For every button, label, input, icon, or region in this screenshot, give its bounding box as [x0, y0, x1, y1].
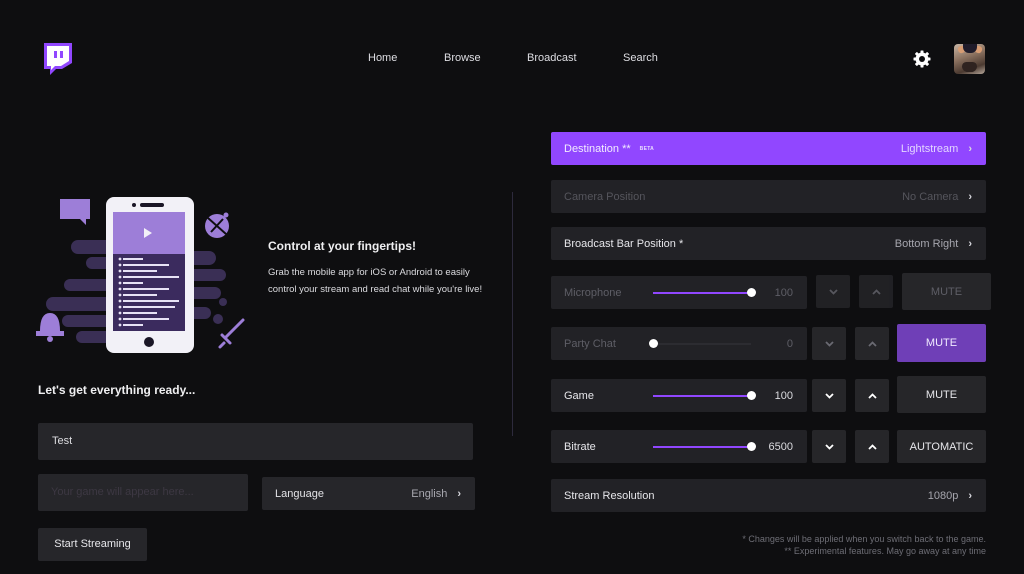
broadcast-bar-position-value: Bottom Right — [894, 237, 959, 250]
microphone-mute-button[interactable]: MUTE — [902, 273, 991, 310]
party-chat-decrease-button[interactable] — [812, 327, 846, 360]
bitrate-control: Bitrate 6500 — [551, 430, 807, 463]
microphone-label: Microphone — [564, 286, 622, 299]
party-chat-increase-button[interactable] — [855, 327, 889, 360]
chevron-right-icon: › — [968, 489, 972, 502]
chevron-up-icon — [867, 340, 877, 347]
chevron-down-icon — [824, 443, 834, 450]
bitrate-value: 6500 — [768, 440, 793, 453]
broadcast-bar-position-selector[interactable]: Broadcast Bar Position * Bottom Right › — [551, 227, 986, 260]
bitrate-increase-button[interactable] — [855, 430, 889, 463]
language-selector[interactable]: Language English › — [262, 477, 475, 510]
promo-title: Control at your fingertips! — [268, 239, 416, 253]
nav-search[interactable]: Search — [623, 52, 658, 64]
chevron-up-icon — [871, 288, 881, 295]
nav-home[interactable]: Home — [368, 52, 397, 64]
destination-value: Lightstream — [900, 142, 959, 155]
language-value: English — [411, 487, 448, 500]
user-avatar[interactable] — [954, 44, 985, 74]
camera-position-value: No Camera — [902, 190, 959, 203]
party-chat-label: Party Chat — [564, 337, 616, 350]
slider-thumb[interactable] — [649, 338, 658, 348]
slider-thumb[interactable] — [747, 441, 756, 451]
setup-heading: Let's get everything ready... — [38, 383, 196, 397]
slider-fill — [653, 291, 751, 294]
camera-position-selector[interactable]: Camera Position No Camera › — [551, 180, 986, 213]
chevron-down-icon — [824, 392, 834, 399]
beta-badge: BETA — [639, 145, 655, 152]
game-volume-control: Game 100 — [551, 379, 807, 412]
phone-home-button — [144, 337, 154, 347]
destination-selector[interactable]: Destination ** BETA Lightstream › — [551, 132, 986, 165]
game-volume-slider[interactable] — [653, 390, 756, 400]
column-divider — [512, 192, 513, 436]
chevron-right-icon: › — [457, 487, 461, 500]
game-value: 100 — [774, 389, 793, 402]
promo-body: Grab the mobile app for iOS or Android t… — [268, 267, 483, 295]
avatar-beard — [962, 62, 977, 72]
microphone-control: Microphone 100 — [551, 276, 807, 309]
chevron-down-icon — [824, 340, 834, 347]
bitrate-decrease-button[interactable] — [812, 430, 846, 463]
party-chat-control: Party Chat 0 — [551, 327, 807, 360]
game-mute-button[interactable]: MUTE — [897, 376, 986, 413]
slider-thumb[interactable] — [747, 287, 756, 297]
twitch-logo-icon[interactable] — [42, 43, 72, 75]
mobile-app-illustration — [36, 195, 256, 355]
microphone-value: 100 — [774, 286, 793, 299]
footnote-changes: * Changes will be applied when you switc… — [742, 534, 986, 544]
sword-shape — [218, 318, 245, 349]
footnote-experimental: ** Experimental features. May go away at… — [784, 546, 986, 556]
chevron-up-icon — [867, 443, 877, 450]
game-input[interactable]: Your game will appear here... — [38, 474, 248, 511]
slider-fill — [653, 394, 751, 397]
language-label: Language — [275, 487, 324, 500]
slider-thumb[interactable] — [747, 390, 756, 400]
game-decrease-button[interactable] — [812, 379, 846, 412]
bell-shape — [36, 313, 64, 342]
microphone-increase-button[interactable] — [859, 275, 893, 308]
chevron-down-icon — [828, 288, 838, 295]
chevron-right-icon: › — [968, 237, 972, 250]
party-chat-slider[interactable] — [649, 338, 751, 348]
game-label: Game — [564, 389, 594, 402]
gear-icon[interactable] — [913, 50, 931, 68]
camera-position-label: Camera Position — [564, 190, 646, 203]
stream-resolution-selector[interactable]: Stream Resolution 1080p › — [551, 479, 986, 512]
chevron-right-icon: › — [968, 190, 972, 203]
start-streaming-button[interactable]: Start Streaming — [38, 528, 147, 561]
nav-broadcast[interactable]: Broadcast — [527, 52, 577, 64]
bitrate-automatic-button[interactable]: AUTOMATIC — [897, 430, 986, 463]
bitrate-slider[interactable] — [653, 441, 756, 451]
chevron-right-icon: › — [968, 142, 972, 155]
stream-resolution-value: 1080p — [927, 489, 959, 502]
party-chat-value: 0 — [786, 337, 793, 350]
destination-label: Destination ** — [564, 142, 631, 155]
game-increase-button[interactable] — [855, 379, 889, 412]
nav-browse[interactable]: Browse — [444, 52, 481, 64]
satellite-shape — [205, 212, 229, 238]
chat-bubble-shape — [60, 199, 90, 225]
stream-resolution-label: Stream Resolution — [564, 489, 655, 502]
microphone-slider[interactable] — [653, 287, 756, 297]
bitrate-label: Bitrate — [564, 440, 596, 453]
chevron-up-icon — [867, 392, 877, 399]
party-chat-mute-button[interactable]: MUTE — [897, 324, 986, 362]
broadcast-bar-position-label: Broadcast Bar Position * — [564, 237, 684, 250]
stream-title-input[interactable]: Test — [38, 423, 473, 460]
slider-fill — [653, 445, 751, 448]
microphone-decrease-button[interactable] — [816, 275, 850, 308]
